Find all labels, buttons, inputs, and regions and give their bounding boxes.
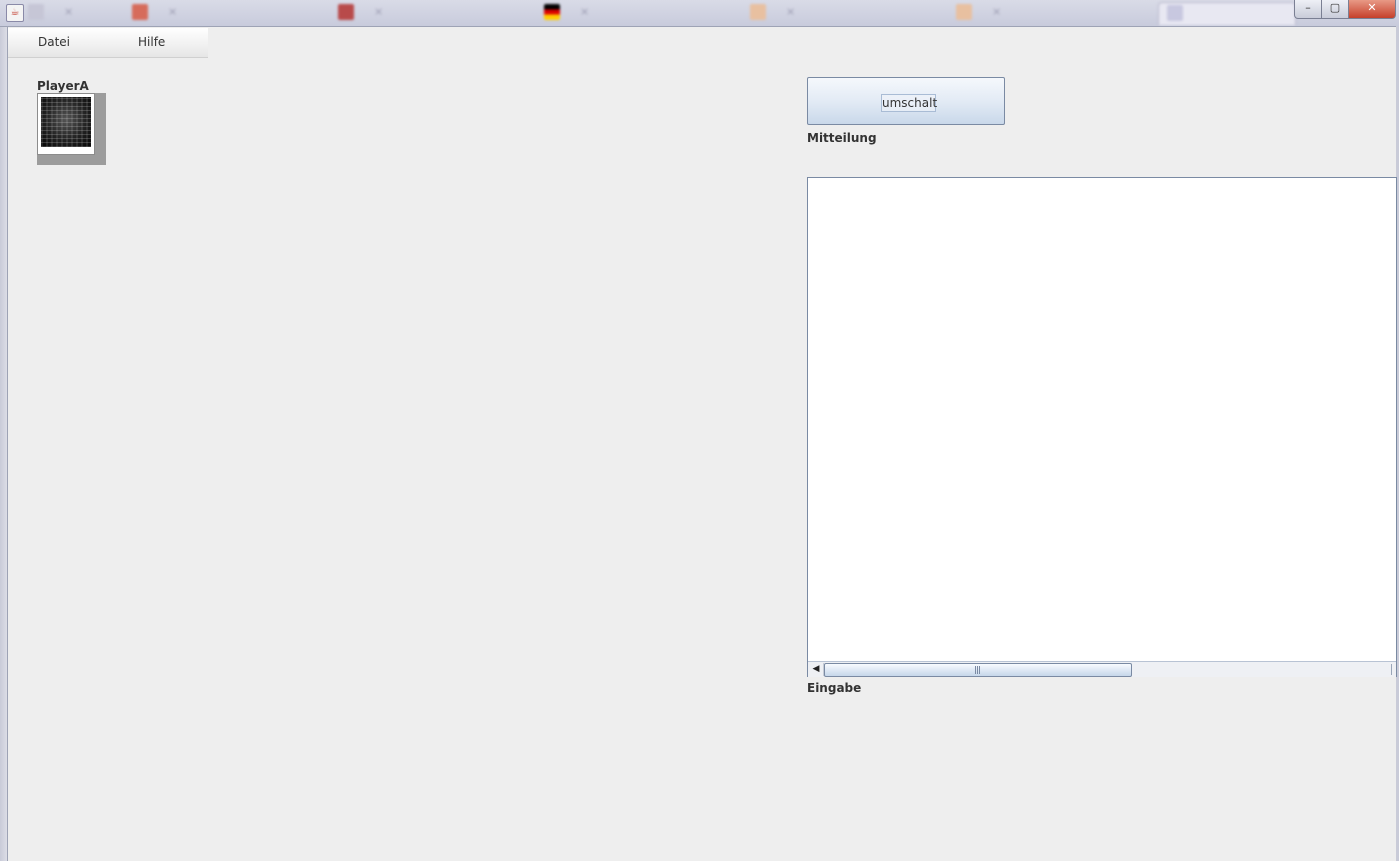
scroll-left-arrow-icon[interactable]: ◀	[809, 663, 824, 676]
toggle-button[interactable]: umschalt	[807, 77, 1005, 125]
background-tab-4: ×	[544, 2, 739, 24]
background-tab-5: ×	[750, 2, 945, 24]
menu-hilfe[interactable]: Hilfe	[138, 28, 165, 57]
background-tab-2: ×	[132, 2, 327, 24]
close-button[interactable]: ✕	[1348, 0, 1396, 19]
window-border-left	[0, 26, 8, 861]
player-image-frame	[37, 93, 95, 155]
background-tab-6: ×	[956, 2, 1151, 24]
toggle-button-label: umschalt	[881, 94, 938, 112]
background-tab-1: ×	[28, 2, 118, 24]
background-window-titlebar: ☕ × × × × × × – ▢ ✕	[0, 0, 1399, 26]
message-label: Mitteilung	[807, 131, 877, 145]
maximize-button[interactable]: ▢	[1321, 0, 1349, 19]
player-image	[41, 97, 91, 147]
scrollbar-thumb[interactable]	[824, 663, 1132, 677]
java-app-icon: ☕	[6, 4, 24, 22]
minimize-button[interactable]: –	[1294, 0, 1322, 19]
message-textarea[interactable]	[808, 178, 1396, 661]
menu-bar: Datei Hilfe	[8, 28, 208, 58]
input-label: Eingabe	[807, 681, 862, 695]
scrollbar-grip-icon	[975, 666, 981, 674]
horizontal-scrollbar[interactable]: ◀	[808, 661, 1396, 677]
window-border-top	[0, 26, 1399, 27]
player-card[interactable]	[37, 93, 106, 165]
menu-datei[interactable]: Datei	[38, 28, 70, 57]
scrollbar-end-marker	[1391, 664, 1392, 675]
background-tab-active	[1158, 2, 1296, 25]
message-area: ◀	[807, 177, 1397, 677]
player-name-label: PlayerA	[37, 79, 89, 93]
background-tab-3: ×	[338, 2, 533, 24]
